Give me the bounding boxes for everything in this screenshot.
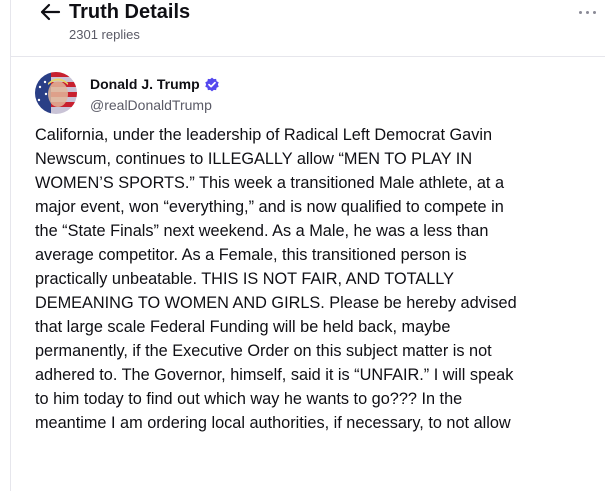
post-text-line: average competitor. As a Female, this tr… <box>35 246 467 264</box>
post-text-line: permanently, if the Executive Order on t… <box>35 342 492 360</box>
timeline-column: Truth Details 2301 replies Donald J. Tru… <box>10 0 605 491</box>
author-handle[interactable]: @realDonaldTrump <box>90 97 212 114</box>
header-divider <box>11 56 605 57</box>
arrow-left-icon <box>40 3 61 21</box>
author-name[interactable]: Donald J. Trump <box>90 76 200 93</box>
post-text-line: DEMEANING TO WOMEN AND GIRLS. Please be … <box>35 294 517 312</box>
page-header: Truth Details 2301 replies <box>31 0 596 48</box>
more-options-button[interactable] <box>576 5 600 19</box>
post-text-line: meantime I am ordering local authorities… <box>35 414 511 432</box>
post-text-line: adhered to. The Governor, himself, said … <box>35 366 514 384</box>
back-button[interactable] <box>39 3 61 21</box>
post-text-line: practically unbeatable. THIS IS NOT FAIR… <box>35 270 454 288</box>
page-title: Truth Details <box>69 1 191 23</box>
verified-badge-icon <box>205 77 219 92</box>
post-text-line: WOMEN’S SPORTS.” This week a transitione… <box>35 174 505 192</box>
post-text-line: the “State Finals” next weekend. As a Ma… <box>35 222 489 240</box>
post-text-line: to him today to find out which way he wa… <box>35 390 463 408</box>
post-body: California, under the leadership of Radi… <box>35 123 591 435</box>
avatar[interactable] <box>35 72 77 114</box>
post-text-line: Newscum, continues to ILLEGALLY allow “M… <box>35 150 473 168</box>
post-text-line: major event, won “everything,” and is no… <box>35 198 504 216</box>
more-horizontal-icon <box>579 11 582 14</box>
reply-count: 2301 replies <box>69 27 140 42</box>
post-text-line: California, under the leadership of Radi… <box>35 126 493 144</box>
post-text-line: that large scale Federal Funding will be… <box>35 318 451 336</box>
